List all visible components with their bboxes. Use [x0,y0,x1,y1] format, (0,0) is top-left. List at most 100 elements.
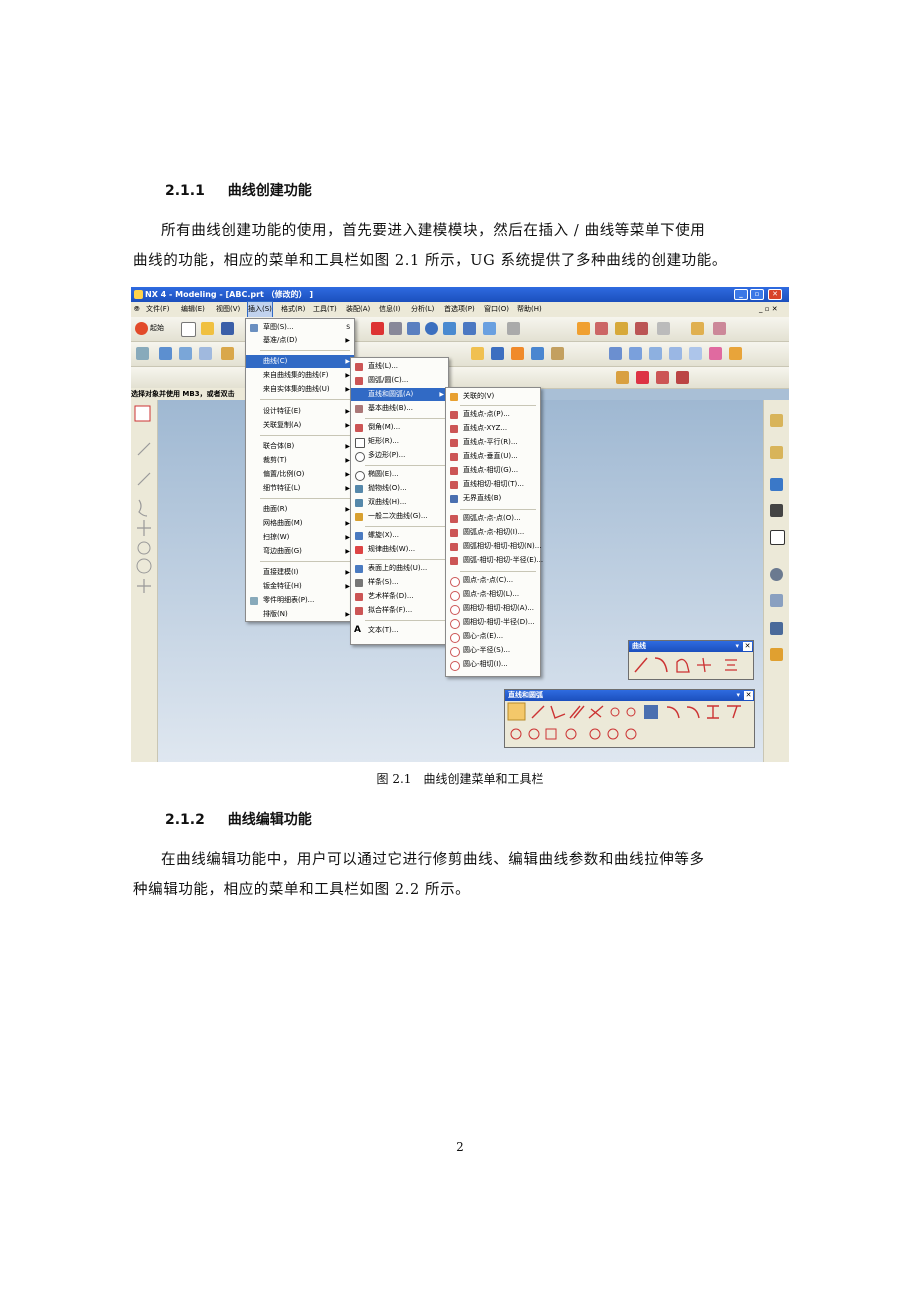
circle-3-tangent-icon[interactable] [545,728,557,740]
constraint-icon[interactable] [595,322,608,335]
menu-item-line-arc[interactable]: 直线和圆弧(A) ▶ [351,388,448,401]
menu-item[interactable]: 细节特征(L) ▶ [246,482,354,495]
close-icon[interactable]: ✕ [744,691,753,700]
slot-icon[interactable] [531,347,544,360]
menu-item[interactable]: 圆弧-相切-相切-半径(E)... [446,554,543,567]
ellipse-tool-icon[interactable] [136,558,152,574]
arc-tangent-radius-icon[interactable] [727,705,741,719]
menu-info[interactable]: 信息(I) [379,302,401,317]
circle-center-radius-icon[interactable] [607,728,619,740]
close-icon[interactable]: ✕ [768,289,782,300]
menu-item[interactable]: 裁剪(T) ▶ [246,454,354,467]
menu-item[interactable]: 关联复制(A) ▶ [246,419,354,432]
circle-tool-icon[interactable] [137,541,151,555]
display-icon[interactable] [713,322,726,335]
sweep-icon[interactable] [199,347,212,360]
menu-preferences[interactable]: 首选项(P) [444,302,475,317]
menu-analysis[interactable]: 分析(L) [411,302,434,317]
edit-curve-icon[interactable] [616,371,629,384]
roles-icon[interactable] [770,648,783,661]
point-tool-icon[interactable] [137,520,151,536]
zoom-icon[interactable] [407,322,420,335]
menu-item[interactable]: 基本曲线(B)... [351,402,448,415]
menu-item[interactable]: 椭圆(E)... [351,468,448,481]
line-tool-icon[interactable] [137,472,151,486]
fit-view-icon[interactable] [371,322,384,335]
new-file-icon[interactable] [181,322,196,337]
menu-item[interactable]: 圆弧点-点-点(O)... [446,512,540,525]
menu-item[interactable]: 直线点-相切(G)... [446,464,540,477]
menu-assembly[interactable]: 装配(A) [346,302,370,317]
circle-tangent-radius-icon[interactable] [565,728,577,740]
circle-center-tangent-icon[interactable] [625,728,637,740]
layer-icon[interactable] [507,322,520,335]
menu-item[interactable]: 曲面(R) ▶ [246,503,354,516]
menu-edit[interactable]: 编辑(E) [181,302,205,317]
line-icon[interactable] [634,657,648,673]
menu-item[interactable]: 圆点-点-相切(L)... [446,588,540,601]
menu-item[interactable]: 拟合样条(F)... [351,604,448,617]
rotate-icon[interactable] [425,322,438,335]
menu-item[interactable]: 艺术样条(D)... [351,590,448,603]
trim-body-icon[interactable] [709,347,722,360]
menu-item[interactable]: 直线点-垂直(U)... [446,450,540,463]
menu-file[interactable]: 文件(F) [146,302,170,317]
menu-item[interactable]: 偏置/比例(O) ▶ [246,468,354,481]
arc-3-tangent-icon[interactable] [707,705,719,719]
training-icon[interactable] [770,504,783,517]
menu-item[interactable]: 关联的(V) [446,390,540,403]
pattern-icon[interactable] [729,347,742,360]
menu-item[interactable]: 圆心-相切(I)... [446,658,540,671]
revolve-icon[interactable] [179,347,192,360]
pocket-icon[interactable] [491,347,504,360]
edit-object-icon[interactable] [691,322,704,335]
split-curve-icon[interactable] [676,371,689,384]
menu-item[interactable]: 圆弧点-点-相切(I)... [446,526,540,539]
layer-settings-icon[interactable] [657,322,670,335]
trim-curve-icon[interactable] [636,371,649,384]
measure-icon[interactable] [635,322,648,335]
shaded-view-icon[interactable] [463,322,476,335]
menu-item[interactable]: 弯边曲面(G) ▶ [246,545,354,558]
assembly-navigator-icon[interactable] [770,414,783,427]
line-tool-icon[interactable] [137,442,151,456]
menu-format[interactable]: 格式(R) [281,302,305,317]
menu-item[interactable]: 矩形(R)... [351,435,448,448]
chamfer-icon[interactable] [629,347,642,360]
menu-window[interactable]: 窗口(O) [484,302,509,317]
view-orient-icon[interactable] [483,322,496,335]
menu-item[interactable]: 零件明细表(P)... [246,594,354,607]
menu-item[interactable]: 直线点-平行(R)... [446,436,540,449]
line-point-xyz-icon[interactable] [550,705,566,719]
menu-item[interactable]: 表面上的曲线(U)... [351,562,448,575]
menu-item[interactable]: 排版(N) ▶ [246,608,354,621]
window-controls-icon[interactable]: _ ▫ ✕ [759,302,778,317]
menu-item[interactable]: 直接建模(I) ▶ [246,566,354,579]
app-menu-icon[interactable]: 🞋 [134,302,140,317]
pan-icon[interactable] [443,322,456,335]
menu-item[interactable]: 基准/点(D) ▶ [246,334,354,347]
dropdown-icon[interactable]: ▾ [736,690,740,701]
open-folder-icon[interactable] [201,322,214,335]
circle-center-point-icon[interactable] [589,728,601,740]
web-browser-icon[interactable] [770,478,783,491]
line-tangent-tangent-icon[interactable] [626,707,636,717]
groove-icon[interactable] [551,347,564,360]
menu-item[interactable]: 草图(S)... S [246,321,354,334]
hole-icon[interactable] [221,347,234,360]
menu-item[interactable]: 直线点-XYZ... [446,422,540,435]
sketch-tool-icon[interactable] [577,322,590,335]
menu-view[interactable]: 视图(V) [216,302,240,317]
menu-item[interactable]: 样条(S)... [351,576,448,589]
infinite-line-icon[interactable] [644,705,658,719]
start-button[interactable]: 起始 [150,323,164,333]
menu-item[interactable]: 圆相切-相切-半径(D)... [446,616,540,629]
menu-item[interactable]: 倒角(M)... [351,421,448,434]
menu-item[interactable]: 来自曲线集的曲线(F) ▶ [246,369,354,382]
arc-icon[interactable] [654,657,668,673]
menu-item[interactable]: 联合体(B) ▶ [246,440,354,453]
line-parallel-icon[interactable] [569,705,585,719]
menu-item[interactable]: 圆相切-相切-相切(A)... [446,602,540,615]
rectangle-icon[interactable] [676,658,690,673]
menu-item[interactable]: 扫掠(W) ▶ [246,531,354,544]
